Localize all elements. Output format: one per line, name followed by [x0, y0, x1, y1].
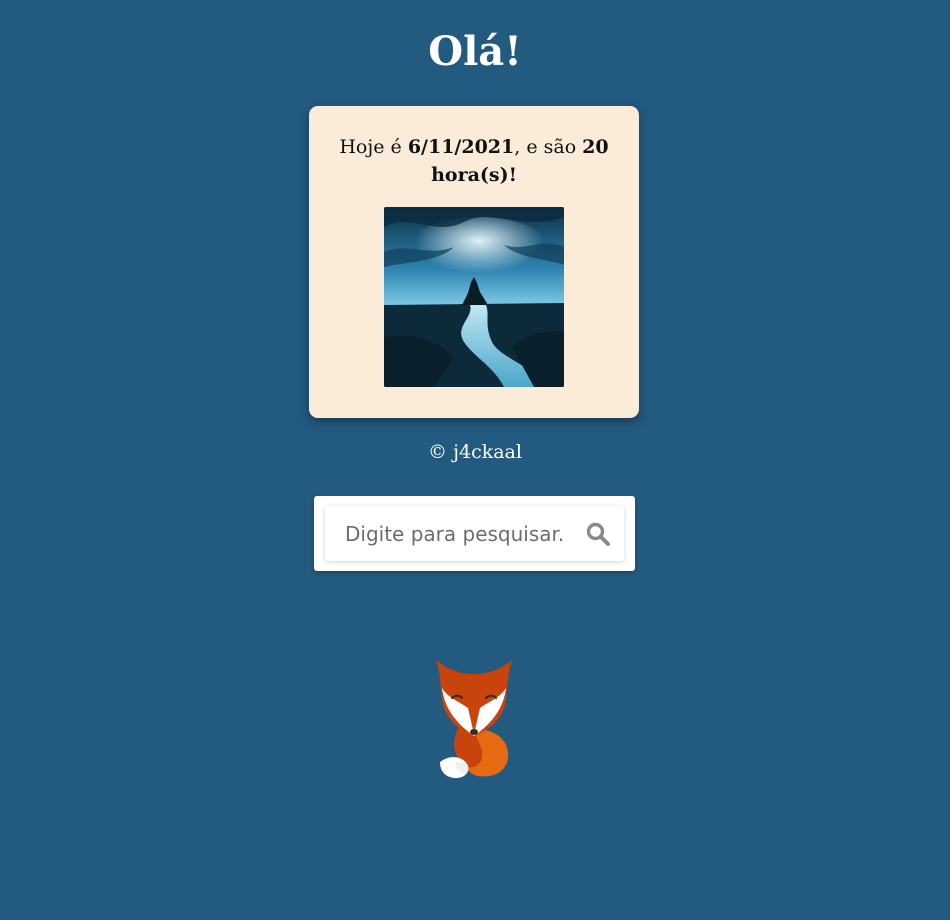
fox-icon — [436, 660, 512, 779]
search-input[interactable] — [325, 506, 565, 561]
date-time-card: Hoje é 6/11/2021, e são 20 hora(s)! — [309, 106, 639, 418]
copyright-text: © j4ckaal — [428, 441, 522, 463]
landscape-photo-icon — [384, 207, 564, 387]
message-prefix: Hoje é — [339, 136, 408, 158]
search-field-container — [325, 506, 624, 561]
search-panel — [314, 496, 635, 571]
current-date: 6/11/2021 — [407, 136, 515, 158]
search-icon[interactable] — [584, 520, 612, 548]
page-title: Olá! — [428, 28, 522, 75]
date-time-message: Hoje é 6/11/2021, e são 20 hora(s)! — [339, 133, 609, 189]
message-middle: , e são — [514, 136, 583, 158]
